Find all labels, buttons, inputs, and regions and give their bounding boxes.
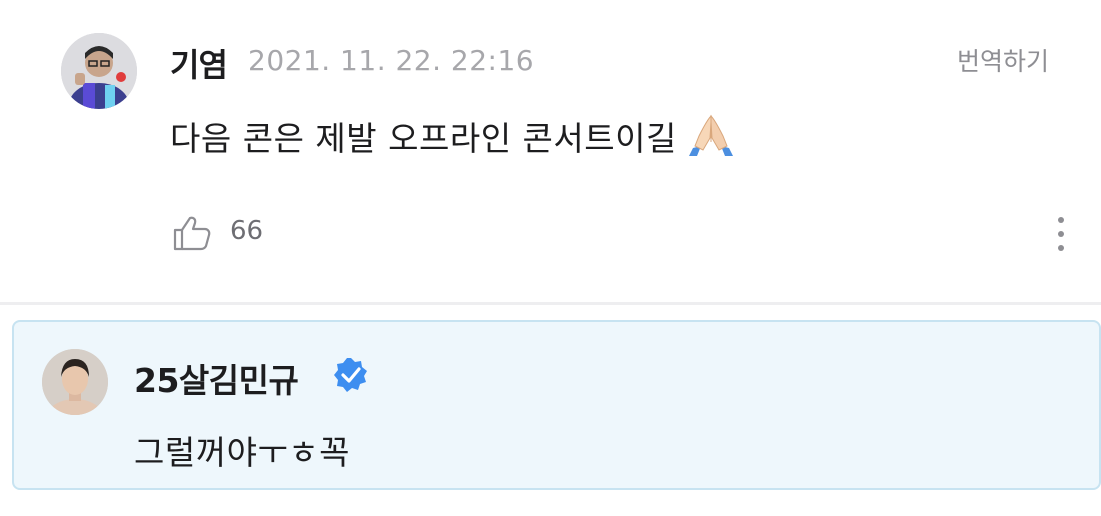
commenter-avatar[interactable] [61, 33, 137, 109]
translate-button[interactable]: 번역하기 [957, 42, 1049, 78]
commenter-avatar-image [61, 33, 137, 109]
more-vertical-icon [1058, 217, 1064, 251]
folded-hands-icon [683, 112, 739, 166]
like-button[interactable] [172, 214, 212, 252]
verified-badge-icon [332, 356, 370, 394]
reply-author[interactable]: 25살김민규 [134, 354, 299, 402]
reply-avatar-image [42, 349, 108, 415]
comment-text: 다음 콘은 제발 오프라인 콘서트이길 [170, 119, 677, 158]
reply-avatar[interactable] [42, 349, 108, 415]
comment-body: 다음 콘은 제발 오프라인 콘서트이길 [170, 112, 739, 166]
comment-timestamp: 2021. 11. 22. 22:16 [248, 44, 535, 77]
reply-card: 25살김민규 그럴꺼야ㅜㅎ꼭 [12, 320, 1101, 490]
comment-thread: 기염 2021. 11. 22. 22:16 번역하기 다음 콘은 제발 오프라… [0, 0, 1101, 516]
divider [0, 302, 1101, 305]
comment: 기염 2021. 11. 22. 22:16 번역하기 다음 콘은 제발 오프라… [0, 0, 1101, 302]
reply-text: 그럴꺼야ㅜㅎ꼭 [134, 433, 351, 472]
thumbs-up-icon [173, 216, 211, 251]
comment-author[interactable]: 기염 [170, 40, 228, 86]
like-count: 66 [230, 216, 264, 246]
more-options-button[interactable] [1053, 214, 1069, 256]
